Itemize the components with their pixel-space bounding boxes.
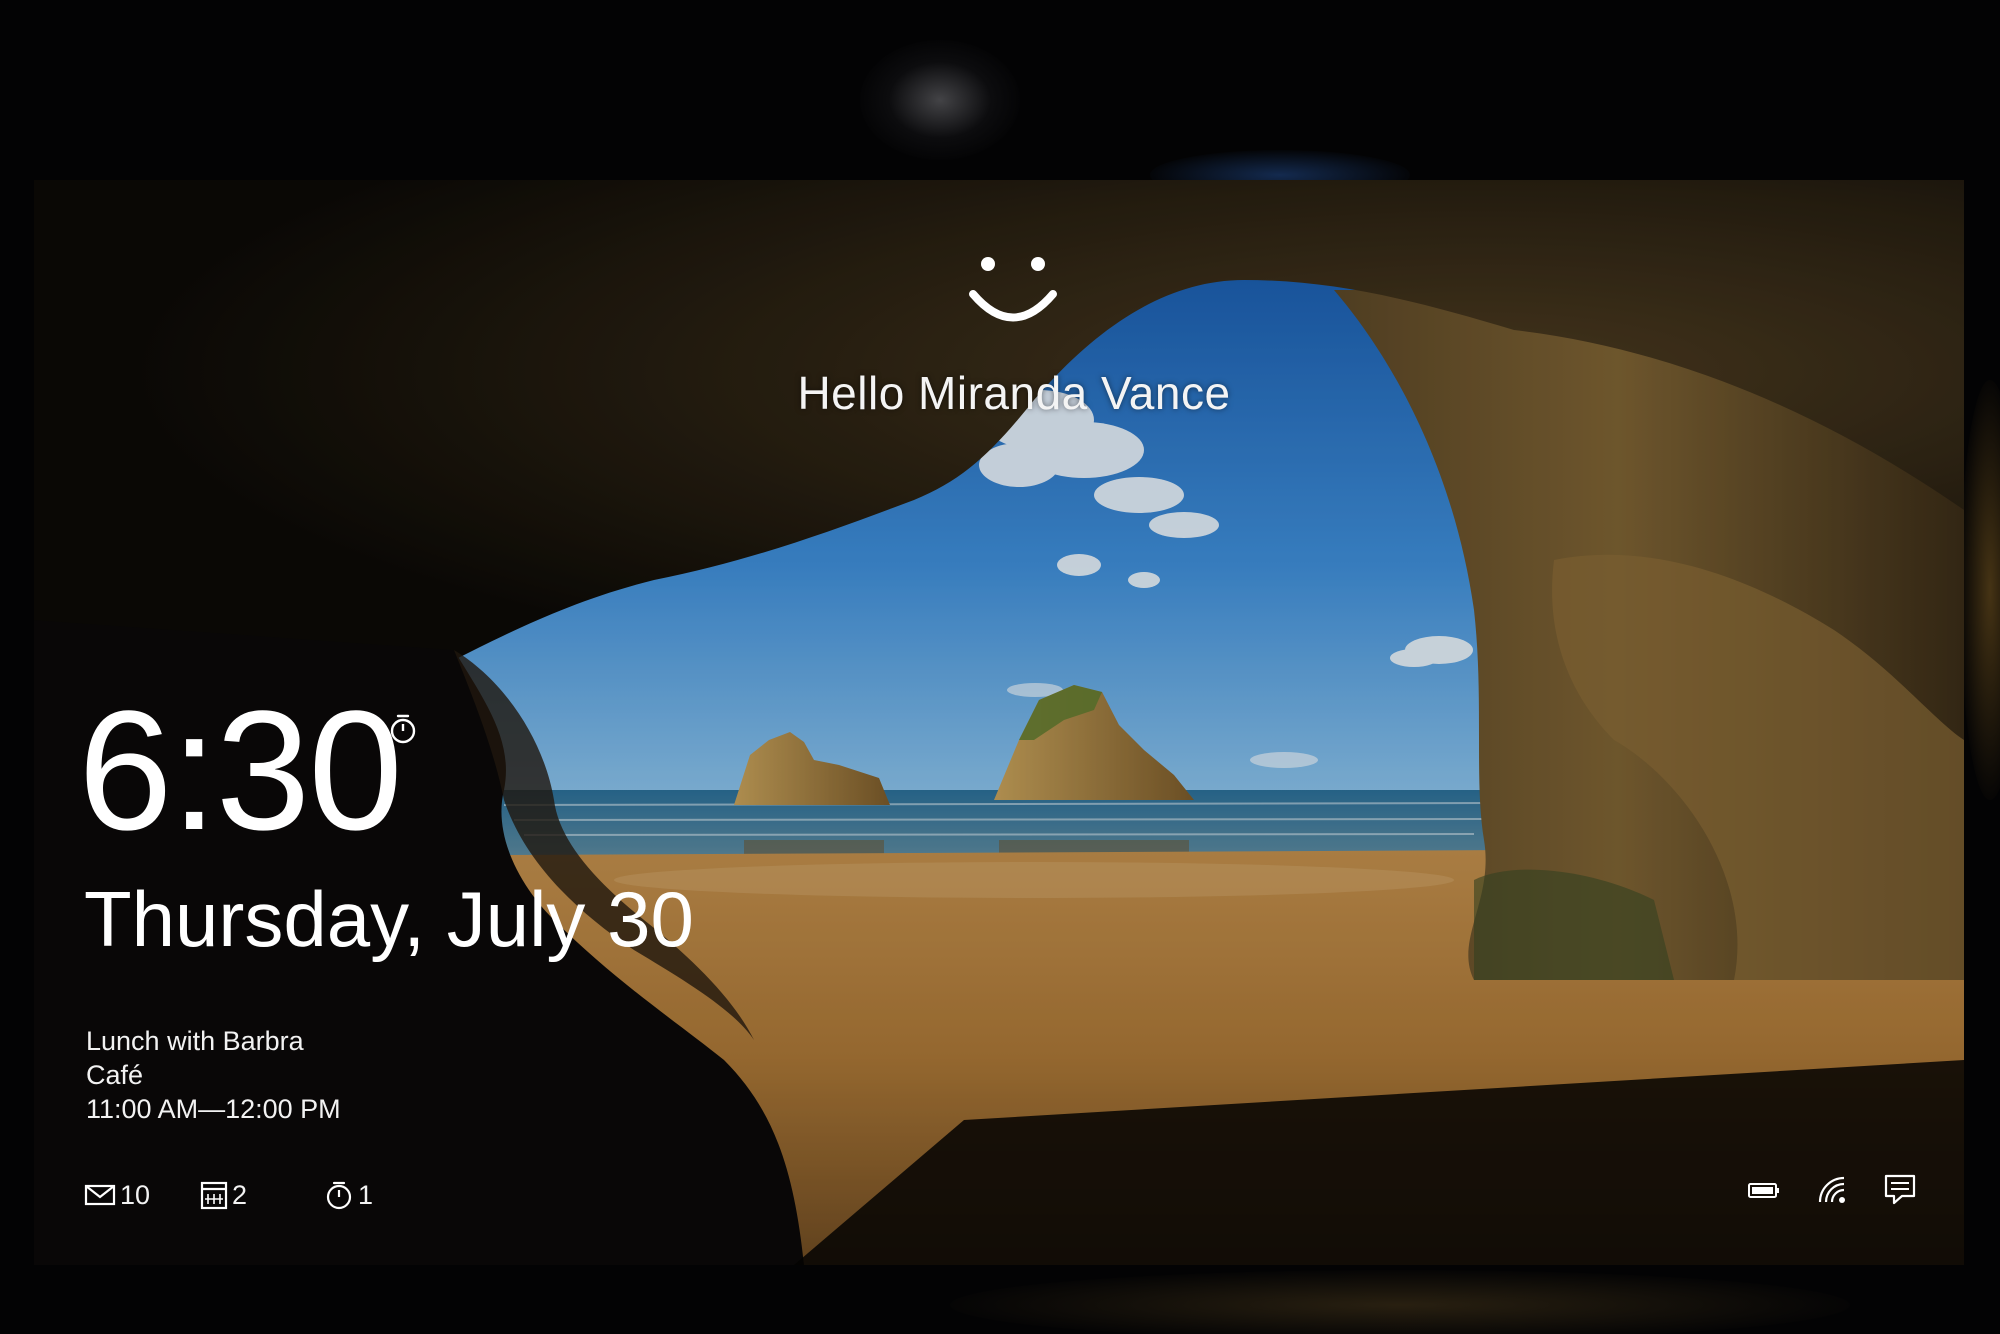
greeting: Hello Miranda Vance [797,367,1231,419]
clock-time: 6:30 [78,676,403,866]
right-reflection [1960,380,2000,800]
alarm-badge-count: 1 [358,1179,374,1210]
mail-icon [84,1184,116,1206]
camera-glare [860,40,1020,160]
clock-date: Thursday, July 30 [84,875,694,963]
calendar-badge-count: 2 [232,1179,248,1210]
wifi-icon[interactable] [1814,1172,1850,1208]
appointment-time: 11:00 AM—12:00 PM [86,1094,341,1124]
appointment-title: Lunch with Barbra [86,1026,304,1056]
windows-hello-face-icon [969,257,1057,322]
lock-screen[interactable]: Hello Miranda Vance 6:30 Thursday, July … [34,180,1964,1265]
photo-backdrop: Hello Miranda Vance 6:30 Thursday, July … [0,0,2000,1334]
mail-badge-count: 10 [120,1179,151,1210]
battery-icon[interactable] [1746,1172,1782,1208]
mail-badge: 10 [84,1175,150,1215]
calendar-icon [200,1181,228,1210]
appointment-location: Café [86,1060,144,1090]
calendar-badge: 2 [200,1175,247,1215]
alarm-badge: 1 [324,1175,373,1215]
alarm-icon [326,1181,352,1210]
bottom-reflection [950,1270,1850,1334]
alarm-indicator-icon [390,714,416,744]
calendar-appointment: Lunch with Barbra Café 11:00 AM—12:00 PM [86,1024,341,1126]
notification-icon[interactable] [1882,1172,1918,1208]
